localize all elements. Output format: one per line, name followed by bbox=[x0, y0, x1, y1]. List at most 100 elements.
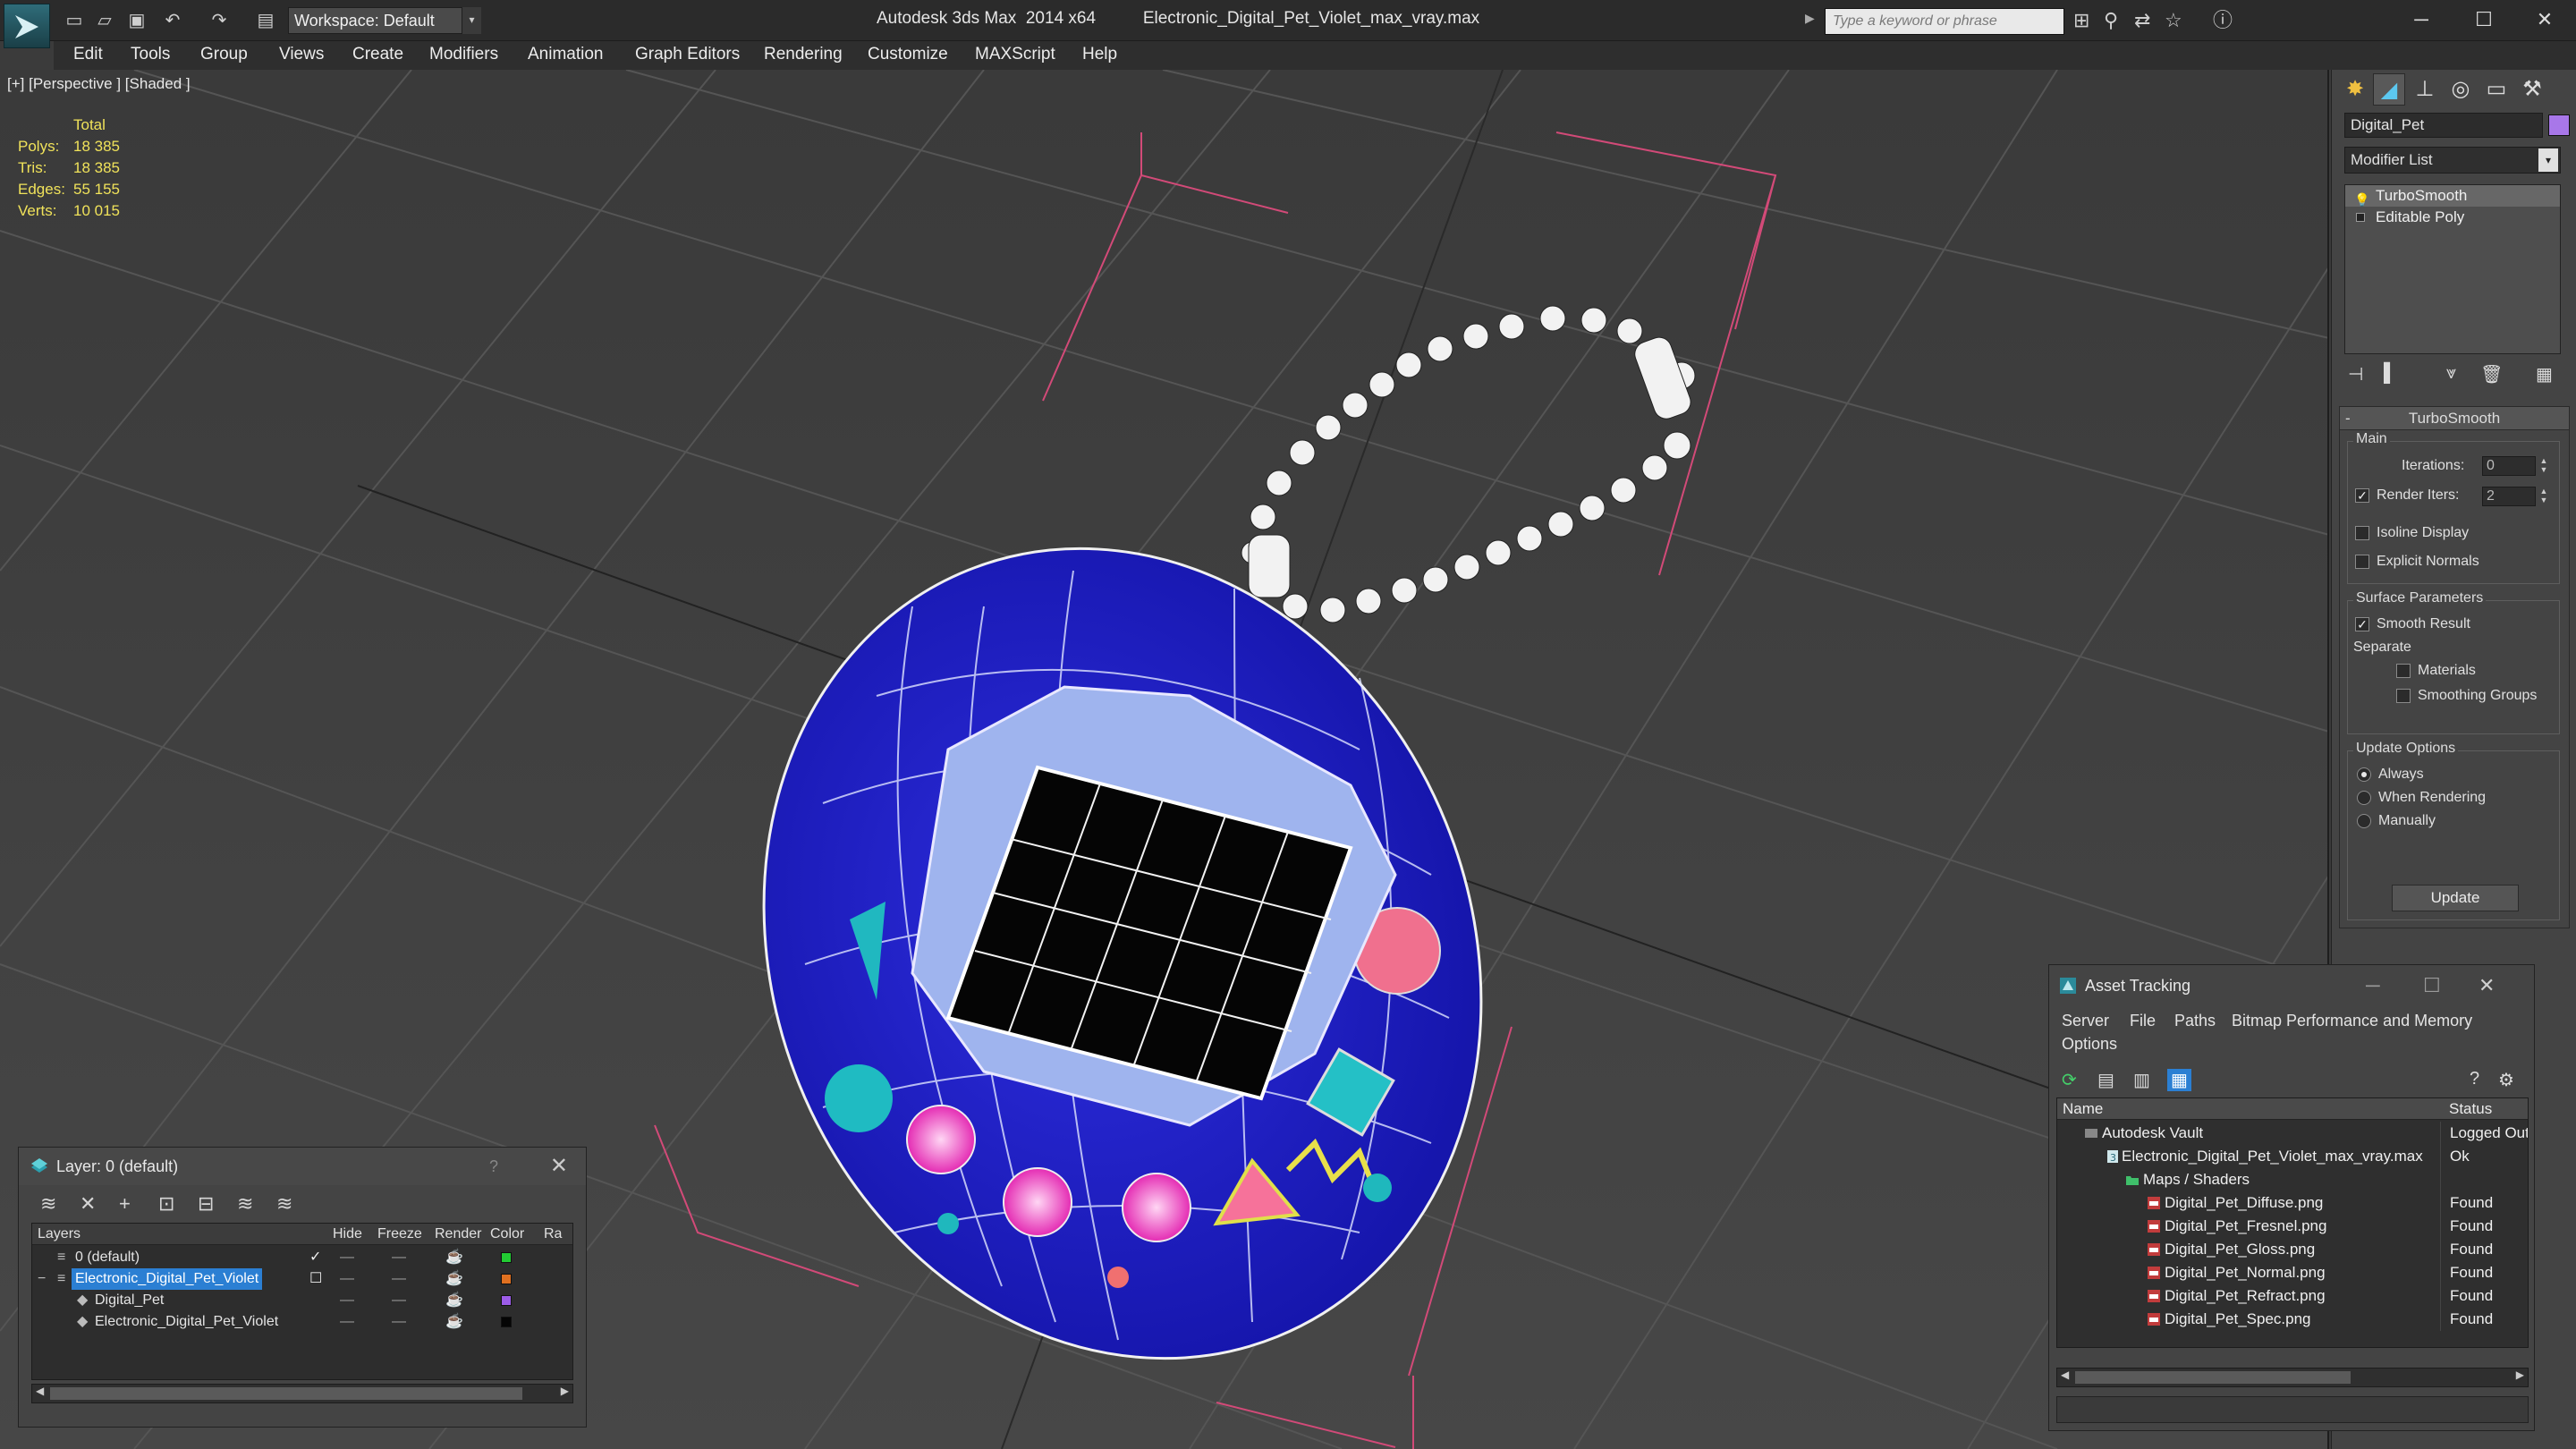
hide-toggle[interactable]: — bbox=[340, 1247, 354, 1268]
smoothing-groups-checkbox[interactable] bbox=[2396, 689, 2411, 703]
layer-row[interactable]: ◆ Electronic_Digital_Pet_Violet — — ☕ bbox=[32, 1311, 572, 1333]
star-icon[interactable]: ☆ bbox=[2165, 11, 2182, 30]
menu-bitmap-performance[interactable]: Bitmap Performance and Memory bbox=[2232, 1012, 2472, 1030]
key-icon[interactable]: ⚲ bbox=[2104, 11, 2118, 30]
update-when-rendering-radio[interactable] bbox=[2357, 791, 2371, 805]
menu-paths[interactable]: Paths bbox=[2174, 1012, 2216, 1030]
column-header[interactable]: Freeze bbox=[377, 1226, 422, 1242]
column-header[interactable]: Ra bbox=[544, 1226, 562, 1242]
rollout-header[interactable]: - TurboSmooth bbox=[2340, 407, 2569, 430]
maximize-icon[interactable]: ☐ bbox=[2453, 4, 2515, 36]
new-file-icon[interactable]: ▭ bbox=[63, 9, 86, 32]
help-icon[interactable]: ? bbox=[2470, 1069, 2479, 1089]
expand-icon[interactable] bbox=[2356, 213, 2365, 222]
menu-customize[interactable]: Customize bbox=[868, 45, 948, 64]
make-unique-icon[interactable]: ⩔ bbox=[2446, 363, 2456, 384]
modifier-list-dropdown[interactable]: Modifier List ▾ bbox=[2344, 147, 2561, 174]
asset-row[interactable]: Digital_Pet_Fresnel.png Found bbox=[2057, 1215, 2528, 1238]
menu-edit[interactable]: Edit bbox=[73, 45, 103, 64]
remove-modifier-icon[interactable]: 🗑 bbox=[2480, 363, 2503, 386]
asset-row[interactable]: 3 Electronic_Digital_Pet_Violet_max_vray… bbox=[2057, 1145, 2528, 1168]
teapot-icon[interactable]: ☕ bbox=[445, 1247, 463, 1268]
tree-view-icon[interactable]: ▥ bbox=[2133, 1069, 2150, 1091]
settings-icon[interactable]: ⚙ bbox=[2498, 1069, 2514, 1091]
column-header[interactable]: Render bbox=[435, 1226, 481, 1242]
asset-row[interactable]: Digital_Pet_Spec.png Found bbox=[2057, 1308, 2528, 1331]
close-icon[interactable]: ✕ bbox=[2513, 4, 2576, 36]
binoculars-icon[interactable]: ⊞ bbox=[2073, 11, 2089, 30]
menu-views[interactable]: Views bbox=[279, 45, 324, 64]
menu-animation[interactable]: Animation bbox=[528, 45, 604, 64]
update-manually-radio[interactable] bbox=[2357, 814, 2371, 828]
workspace-select[interactable]: Workspace: Default ▾ bbox=[288, 7, 481, 34]
update-always-radio[interactable] bbox=[2357, 767, 2371, 782]
explicit-normals-checkbox[interactable] bbox=[2355, 555, 2369, 569]
teapot-icon[interactable]: ☕ bbox=[445, 1311, 463, 1333]
delete-layer-icon[interactable]: ✕ bbox=[80, 1192, 96, 1216]
scroll-right-icon[interactable]: ▶ bbox=[2516, 1368, 2524, 1381]
spinner-arrows-icon[interactable]: ▲ ▼ bbox=[2538, 456, 2550, 476]
menu-group[interactable]: Group bbox=[200, 45, 248, 64]
asset-tracking-titlebar[interactable]: Asset Tracking ─ ☐ ✕ bbox=[2049, 965, 2534, 1006]
modify-tab-icon[interactable]: ◢ bbox=[2373, 73, 2405, 106]
close-icon[interactable]: ✕ bbox=[2479, 965, 2495, 1006]
teapot-icon[interactable]: ☕ bbox=[445, 1268, 463, 1290]
column-header[interactable]: Status bbox=[2449, 1100, 2492, 1118]
layer-color-swatch[interactable] bbox=[501, 1295, 512, 1306]
current-layer-box-icon[interactable]: ☐ bbox=[309, 1268, 322, 1290]
show-end-result-icon[interactable]: ▌ bbox=[2384, 363, 2396, 384]
hide-all-layers-icon[interactable]: ≋ bbox=[237, 1192, 253, 1216]
layer-row[interactable]: ≡ 0 (default) ✓ — — ☕ bbox=[32, 1247, 572, 1268]
open-file-icon[interactable]: ▱ bbox=[93, 9, 116, 32]
stack-item-turbosmooth[interactable]: 💡 TurboSmooth bbox=[2345, 185, 2560, 207]
viewport-label[interactable]: [+] [Perspective ] [Shaded ] bbox=[7, 75, 191, 93]
scroll-left-icon[interactable]: ◀ bbox=[2061, 1368, 2069, 1381]
collapse-icon[interactable]: − bbox=[38, 1268, 46, 1290]
project-folder-icon[interactable]: ▤ bbox=[254, 9, 277, 32]
menu-modifiers[interactable]: Modifiers bbox=[429, 45, 498, 64]
scroll-right-icon[interactable]: ▶ bbox=[561, 1385, 569, 1397]
minimize-icon[interactable]: ─ bbox=[2366, 965, 2380, 1006]
refresh-icon[interactable]: ⟳ bbox=[2062, 1069, 2077, 1091]
layer-row[interactable]: − ≡ Electronic_Digital_Pet_Violet ☐ — — … bbox=[32, 1268, 572, 1290]
layer-dialog-titlebar[interactable]: Layer: 0 (default) ? ✕ bbox=[19, 1148, 586, 1185]
hide-toggle[interactable]: — bbox=[340, 1268, 354, 1290]
object-name-field[interactable]: Digital_Pet bbox=[2344, 113, 2543, 138]
object-color-swatch[interactable] bbox=[2548, 114, 2570, 136]
freeze-toggle[interactable]: — bbox=[392, 1247, 406, 1268]
hide-toggle[interactable]: — bbox=[340, 1311, 354, 1333]
horizontal-scrollbar[interactable]: ◀ ▶ bbox=[31, 1384, 573, 1403]
asset-row[interactable]: Maps / Shaders bbox=[2057, 1168, 2528, 1191]
hierarchy-tab-icon[interactable]: ⊥ bbox=[2409, 73, 2441, 106]
scrollbar-thumb[interactable] bbox=[50, 1387, 522, 1400]
highlight-layer-icon[interactable]: ⊟ bbox=[198, 1192, 214, 1216]
column-header[interactable]: Color bbox=[490, 1226, 524, 1242]
menu-tools[interactable]: Tools bbox=[131, 45, 170, 64]
pin-stack-icon[interactable]: ⊣ bbox=[2348, 363, 2363, 386]
spinner-arrows-icon[interactable]: ▲ ▼ bbox=[2538, 487, 2550, 506]
menu-create[interactable]: Create bbox=[352, 45, 403, 64]
asset-row[interactable]: Digital_Pet_Normal.png Found bbox=[2057, 1261, 2528, 1284]
undo-icon[interactable]: ↶ bbox=[161, 9, 184, 32]
scroll-left-icon[interactable]: ◀ bbox=[36, 1385, 44, 1397]
select-in-layer-icon[interactable]: ⊡ bbox=[158, 1192, 174, 1216]
horizontal-scrollbar[interactable]: ◀ ▶ bbox=[2056, 1368, 2529, 1387]
render-iters-checkbox[interactable]: ✓ bbox=[2355, 488, 2369, 503]
freeze-toggle[interactable]: — bbox=[392, 1311, 406, 1333]
scrollbar-thumb[interactable] bbox=[2075, 1371, 2351, 1384]
menu-help[interactable]: Help bbox=[1082, 45, 1117, 64]
hide-toggle[interactable]: — bbox=[340, 1290, 354, 1311]
iterations-spinner[interactable]: 0 bbox=[2482, 456, 2536, 476]
asset-row[interactable]: Autodesk Vault Logged Out bbox=[2057, 1122, 2528, 1145]
list-view-icon[interactable]: ▤ bbox=[2097, 1069, 2114, 1091]
asset-row[interactable]: Digital_Pet_Refract.png Found bbox=[2057, 1284, 2528, 1308]
help-icon[interactable]: ? bbox=[489, 1148, 498, 1185]
stack-item-editable-poly[interactable]: Editable Poly bbox=[2345, 207, 2560, 228]
search-expand-icon[interactable]: ▶ bbox=[1805, 11, 1815, 26]
layer-row[interactable]: ◆ Digital_Pet — — ☕ bbox=[32, 1290, 572, 1311]
help-icon[interactable]: ⓘ bbox=[2213, 11, 2233, 30]
menu-graph-editors[interactable]: Graph Editors bbox=[635, 45, 740, 64]
column-header[interactable]: Layers bbox=[38, 1226, 80, 1242]
close-icon[interactable]: ✕ bbox=[550, 1148, 568, 1185]
redo-icon[interactable]: ↷ bbox=[208, 9, 231, 32]
